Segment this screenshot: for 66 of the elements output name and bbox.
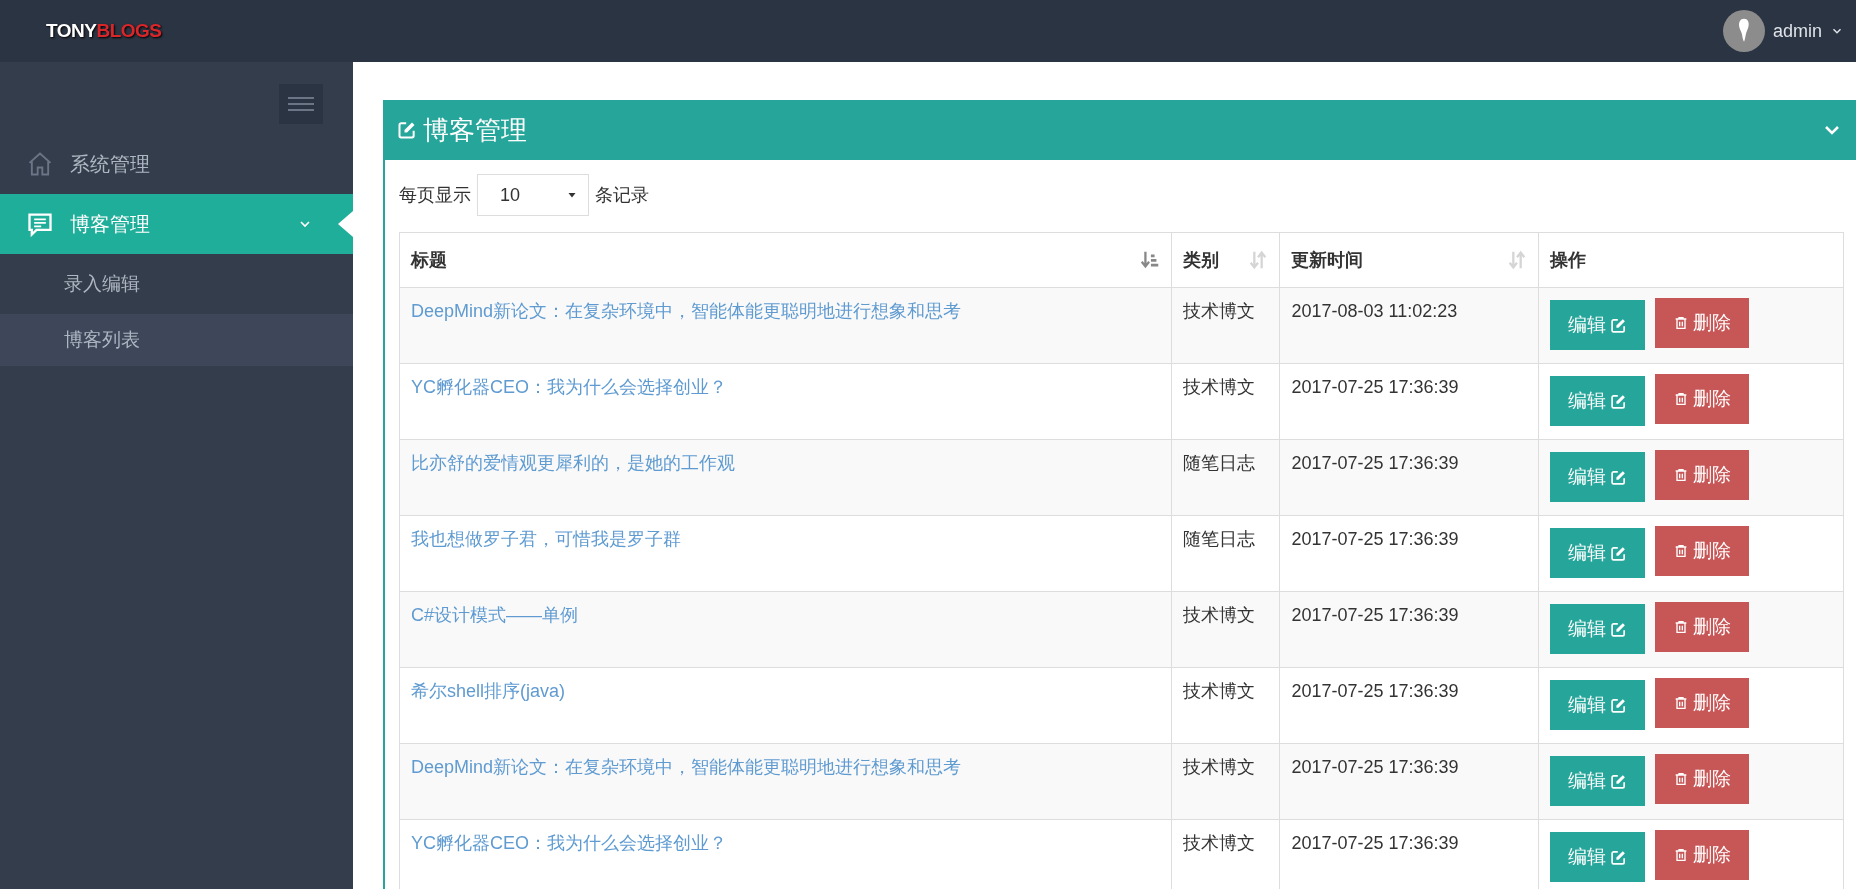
edit-icon [1610,544,1628,562]
label: 每页显示 [399,183,471,207]
edit-icon [1610,468,1628,486]
logo[interactable]: TONYBLOGS [46,16,162,46]
sidebar-item[interactable]: 博客管理 [0,194,353,254]
table-cell: 2017-07-25 17:36:39 [1279,515,1539,592]
menu-button[interactable] [279,84,323,124]
delete-button[interactable]: 删除 [1655,298,1750,348]
column-header[interactable]: 操作 [1538,232,1844,288]
delete-button[interactable]: 删除 [1655,754,1750,804]
delete-button[interactable]: 删除 [1655,374,1750,424]
edit-icon [1610,772,1628,790]
table-cell: 2017-08-03 11:02:23 [1279,287,1539,364]
edit-button[interactable]: 编辑 [1550,604,1646,655]
table-cell: 技术博文 [1171,591,1280,668]
sidebar-subitem[interactable]: 博客列表 [0,314,353,366]
panel-header: 博客管理 [385,100,1856,160]
active-pointer [338,211,353,237]
title-link[interactable]: DeepMind新论文：在复杂环境中，智能体能更聪明地进行想象和思考 [411,301,962,321]
delete-button[interactable]: 删除 [1655,678,1750,728]
edit-icon [1610,696,1628,714]
table-cell: 技术博文 [1171,743,1280,820]
delete-button[interactable]: 删除 [1655,830,1750,880]
title-link[interactable]: 比亦舒的爱情观更犀利的，是她的工作观 [411,453,735,473]
edit-button[interactable]: 编辑 [1550,300,1646,351]
avatar-icon [1722,10,1765,52]
edit-icon [1610,848,1628,866]
table-cell: 随笔日志 [1171,439,1280,516]
table-cell: 2017-07-25 17:36:39 [1279,591,1539,668]
title-link[interactable]: 希尔shell排序(java) [411,681,566,701]
title-link[interactable]: YC孵化器CEO：我为什么会选择创业？ [411,833,727,853]
table-cell: 2017-07-25 17:36:39 [1279,363,1539,440]
edit-button[interactable]: 编辑 [1550,528,1646,579]
sort-icon [1138,249,1161,271]
sidebar-subitem[interactable]: 录入编辑 [0,258,353,310]
delete-button[interactable]: 删除 [1655,526,1750,576]
edit-icon [397,120,417,140]
home-icon [26,150,54,178]
edit-button[interactable]: 编辑 [1550,832,1646,883]
table-cell: 2017-07-25 17:36:39 [1279,439,1539,516]
delete-button[interactable]: 删除 [1655,602,1750,652]
edit-button[interactable]: 编辑 [1550,376,1646,427]
edit-icon [1610,392,1628,410]
edit-icon [1610,620,1628,638]
edit-button[interactable]: 编辑 [1550,756,1646,807]
table-cell: 随笔日志 [1171,515,1280,592]
delete-button[interactable]: 删除 [1655,450,1750,500]
table-cell: 技术博文 [1171,287,1280,364]
title-link[interactable]: DeepMind新论文：在复杂环境中，智能体能更聪明地进行想象和思考 [411,757,962,777]
title-link[interactable]: YC孵化器CEO：我为什么会选择创业？ [411,377,727,397]
edit-icon [1610,316,1628,334]
table-cell: 技术博文 [1171,363,1280,440]
title-link[interactable]: 我也想做罗子君，可惜我是罗子群 [411,529,681,549]
table-cell: 2017-07-25 17:36:39 [1279,667,1539,744]
label: 条记录 [595,183,649,207]
sidebar-item[interactable]: 系统管理 [0,134,353,194]
page-size-select[interactable]: 10 [477,174,589,216]
user-menu[interactable]: admin [1722,10,1844,52]
column-header[interactable]: 更新时间 [1279,232,1539,288]
table-cell: 2017-07-25 17:36:39 [1279,743,1539,820]
column-header[interactable]: 标题 [399,232,1172,288]
edit-button[interactable]: 编辑 [1550,452,1646,503]
title-link[interactable]: C#设计模式——单例 [411,605,578,625]
edit-button[interactable]: 编辑 [1550,680,1646,731]
column-header[interactable]: 类别 [1171,232,1280,288]
table-cell: 技术博文 [1171,667,1280,744]
